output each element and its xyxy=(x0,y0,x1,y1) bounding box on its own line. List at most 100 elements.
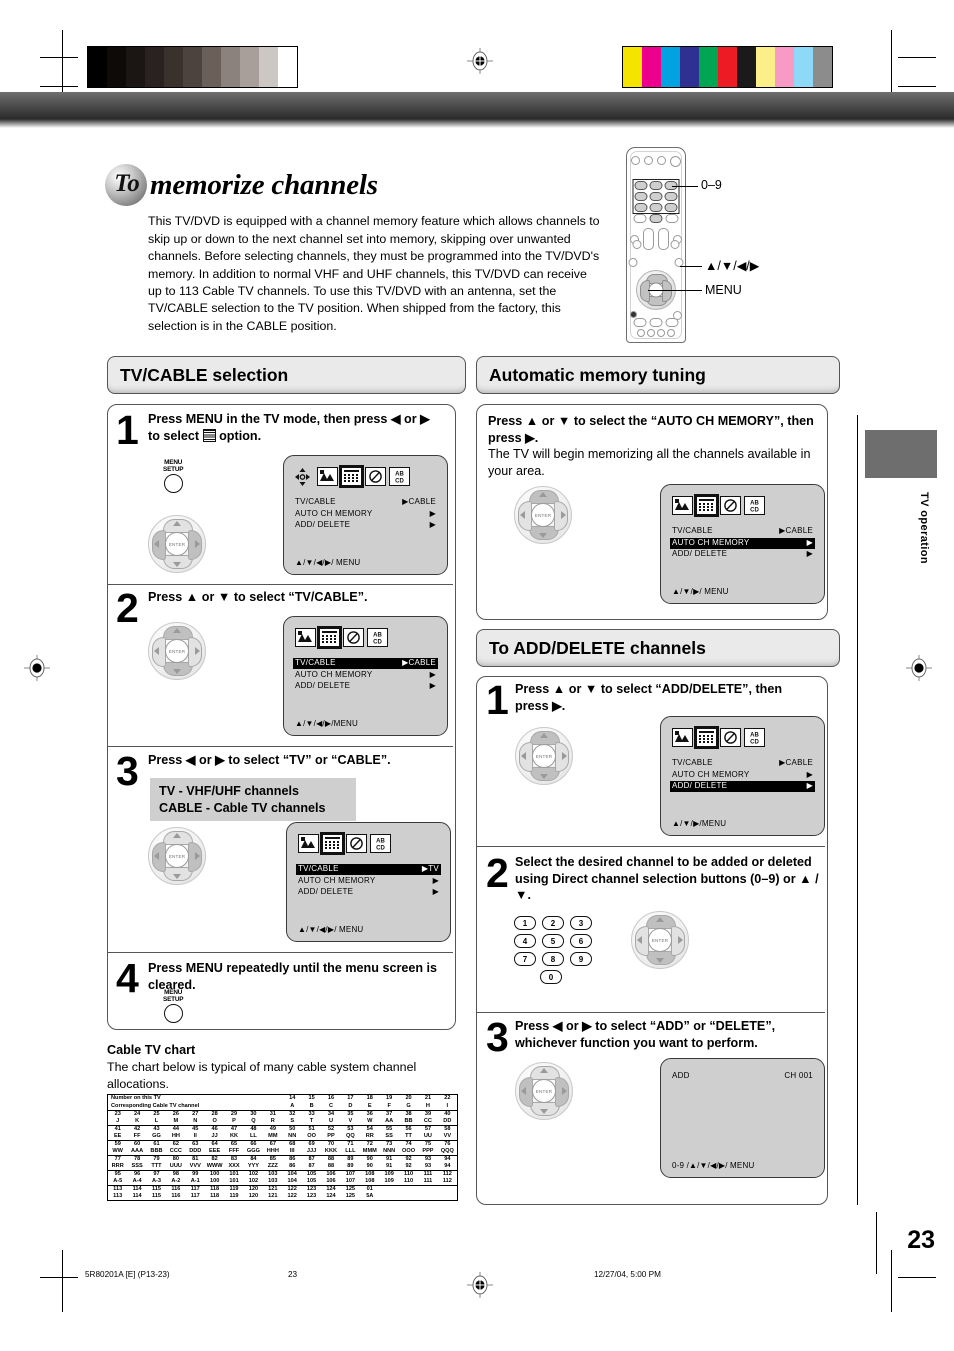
osd-menu-label: ADD/ DELETE xyxy=(295,520,351,529)
numeric-button-2[interactable]: 2 xyxy=(542,916,564,930)
table-cell-tv: 58 xyxy=(437,1125,458,1134)
picture-icon[interactable] xyxy=(317,467,338,486)
osd-menu-row[interactable]: TV/CABLE ▶TV xyxy=(296,864,441,875)
channel-grid-icon[interactable] xyxy=(339,465,364,488)
picture-icon[interactable] xyxy=(672,496,693,515)
osd-menu-row[interactable]: AUTO CH MEMORY ▶ xyxy=(296,876,441,887)
table-cell-tv: 39 xyxy=(418,1110,438,1119)
step-text: Press ◀ or ▶ to select “TV” or “CABLE”. xyxy=(148,753,391,767)
picture-icon[interactable] xyxy=(672,728,693,747)
table-cell-cable: DDD xyxy=(189,1148,202,1155)
caption-icon[interactable]: AB CD xyxy=(744,728,765,747)
lock-icon[interactable] xyxy=(343,628,364,647)
osd-menu-row[interactable]: TV/CABLE ▶CABLE xyxy=(293,658,438,669)
table-cell-tv: 73 xyxy=(379,1140,399,1149)
table-cell-tv: 47 xyxy=(224,1125,244,1134)
channel-grid-icon[interactable] xyxy=(694,726,719,749)
table-cell-tv: 46 xyxy=(204,1125,225,1134)
osd-menu-row[interactable]: TV/CABLE ▶CABLE xyxy=(670,526,815,537)
picture-icon[interactable] xyxy=(298,834,319,853)
table-cell-tv: 54 xyxy=(360,1125,380,1134)
table-cell-cable: RR xyxy=(365,1133,374,1140)
osd-menu-row[interactable]: AUTO CH MEMORY ▶ xyxy=(293,670,438,681)
osd-menu-row[interactable]: TV/CABLE ▶CABLE xyxy=(670,758,815,769)
caption-icon[interactable]: AB CD xyxy=(744,496,765,515)
table-cell-cable: CCC xyxy=(169,1148,182,1155)
osd-menu-row[interactable]: AUTO CH MEMORY ▶ xyxy=(670,770,815,781)
manual-page: To memorize channels This TV/DVD is equi… xyxy=(0,0,954,1351)
osd-menu-row[interactable]: ADD/ DELETE ▶ xyxy=(293,681,438,692)
osd-menu-row[interactable]: ADD/ DELETE ▶ xyxy=(670,781,815,792)
table-cell-tv: 43 xyxy=(146,1125,167,1134)
osd-footer-hint: ▲/▼/◀/▶/MENU xyxy=(295,719,358,728)
table-cell-cable: SS xyxy=(385,1133,393,1140)
table-cell-tv: 45 xyxy=(185,1125,205,1134)
table-cell-tv: 77 xyxy=(107,1155,128,1164)
osd-menu-row[interactable]: ADD/ DELETE ▶ xyxy=(670,549,815,560)
osd-menu-row[interactable]: AUTO CH MEMORY ▶ xyxy=(293,509,438,520)
step-divider xyxy=(477,1012,825,1013)
table-cell-cable: FF xyxy=(133,1133,141,1140)
osd-menu-row[interactable]: AUTO CH MEMORY ▶ xyxy=(670,537,815,549)
svg-text:CD: CD xyxy=(376,846,385,852)
table-cell-cable: BBB xyxy=(150,1148,163,1155)
channel-grid-icon[interactable] xyxy=(694,494,719,517)
colorbar-swatch xyxy=(145,47,164,87)
osd-icon-row: AB CD xyxy=(295,626,388,649)
table-cell-cable xyxy=(399,1193,418,1201)
lock-icon[interactable] xyxy=(720,496,741,515)
cable-chart-heading: Cable TV chart xyxy=(107,1043,196,1057)
table-cell-cable: L xyxy=(154,1118,159,1125)
table-cell-tv: 78 xyxy=(127,1155,147,1164)
numeric-button-8[interactable]: 8 xyxy=(542,952,564,966)
colorbar-swatch xyxy=(164,47,183,87)
caption-icon[interactable]: AB CD xyxy=(367,628,388,647)
numeric-button-5[interactable]: 5 xyxy=(542,934,564,948)
table-cell-tv: 36 xyxy=(360,1110,380,1119)
numeric-button-7[interactable]: 7 xyxy=(514,952,536,966)
colorbar-swatch xyxy=(183,47,202,87)
table-cell-cable: H xyxy=(425,1102,430,1109)
table-cell-cable: U xyxy=(328,1118,334,1125)
lock-icon[interactable] xyxy=(720,728,741,747)
table-cell-cable: 89 xyxy=(347,1163,354,1170)
lock-icon[interactable] xyxy=(365,467,386,486)
table-cell-cable: OO xyxy=(307,1133,316,1140)
numeric-button-3[interactable]: 3 xyxy=(570,916,592,930)
table-cell-cable: HH xyxy=(171,1133,180,1140)
table-cell-cable: WWW xyxy=(206,1163,223,1170)
numeric-button-0[interactable]: 0 xyxy=(540,970,562,984)
channel-grid-icon[interactable] xyxy=(317,626,342,649)
table-cell-cable xyxy=(438,1193,458,1201)
picture-icon[interactable] xyxy=(295,628,316,647)
step-divider xyxy=(108,952,453,953)
table-cell-tv: 57 xyxy=(418,1125,438,1134)
osd-menu-row[interactable]: TV/CABLE ▶CABLE xyxy=(293,497,438,508)
caption-icon[interactable]: AB CD xyxy=(370,834,391,853)
table-cell-tv: 80 xyxy=(166,1155,186,1164)
numeric-button-6[interactable]: 6 xyxy=(570,934,592,948)
table-cell-cable: XXX xyxy=(228,1163,240,1170)
osd-menu-value: ▶ xyxy=(429,681,436,690)
table-cell-tv: 27 xyxy=(185,1110,205,1119)
osd-menu-row[interactable]: ADD/ DELETE ▶ xyxy=(293,520,438,531)
channel-grid-icon[interactable] xyxy=(320,832,345,855)
table-cell-cable: 86 xyxy=(289,1163,296,1170)
registration-mark-bottom xyxy=(467,1272,493,1298)
caption-icon[interactable]: AB CD xyxy=(389,467,410,486)
table-cell-cable: 115 xyxy=(151,1193,161,1200)
table-cell-tv: 99 xyxy=(185,1170,205,1179)
lock-icon[interactable] xyxy=(346,834,367,853)
table-cell-tv: 103 xyxy=(263,1170,283,1179)
numeric-button-4[interactable]: 4 xyxy=(514,934,536,948)
table-row: EE FF GG HH II JJ KK LL MM NN OO PP QQ RR SS TT UU VV xyxy=(108,1133,458,1141)
svg-text:AB: AB xyxy=(373,633,382,639)
numeric-button-1[interactable]: 1 xyxy=(514,916,536,930)
table-cell-tv: 88 xyxy=(321,1155,341,1164)
osd-menu-row[interactable]: ADD/ DELETE ▶ xyxy=(296,887,441,898)
numeric-button-9[interactable]: 9 xyxy=(570,952,592,966)
table-cell-cable: 104 xyxy=(287,1178,297,1185)
table-cell-tv: 64 xyxy=(204,1140,225,1149)
table-cell-tv: 117 xyxy=(185,1185,205,1194)
dpad-illustration: ENTER xyxy=(631,911,689,969)
